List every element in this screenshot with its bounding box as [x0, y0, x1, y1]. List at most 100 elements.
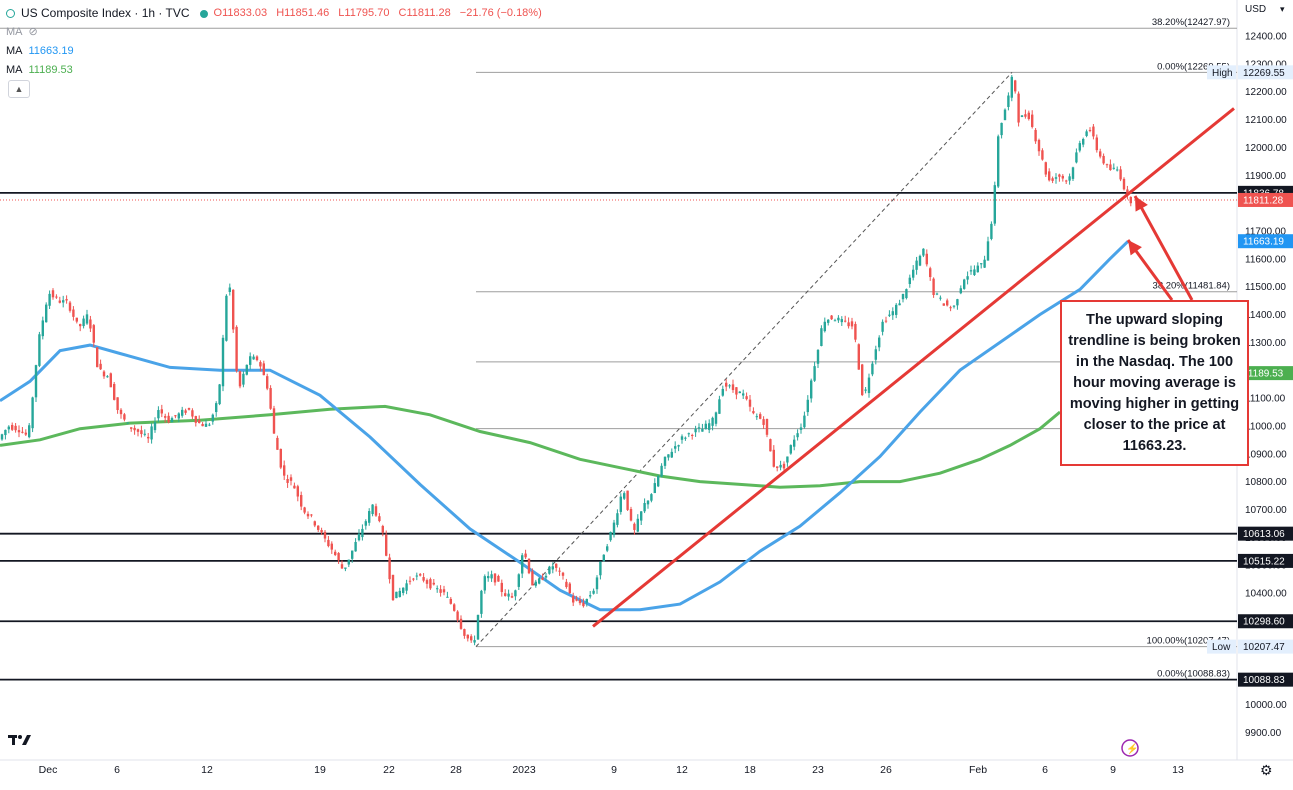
candle-body	[276, 437, 279, 450]
candle-body	[793, 439, 796, 447]
candle-body	[922, 248, 925, 256]
candle-body	[1010, 76, 1013, 98]
candle-body	[527, 558, 531, 574]
candle-body	[772, 449, 775, 467]
candle-body	[1122, 178, 1126, 190]
ma200-line[interactable]	[0, 404, 1061, 489]
candle-body	[310, 514, 313, 516]
chevron-up-icon: ▲	[14, 84, 24, 94]
candle-body	[810, 380, 813, 399]
candle-body	[575, 599, 578, 601]
y-tick-label: 10900.00	[1245, 449, 1287, 460]
candle-body	[269, 388, 272, 409]
price-axis-label[interactable]: 11811.28	[1243, 195, 1284, 206]
candle-body	[850, 321, 854, 327]
candle-body	[854, 323, 857, 340]
price-axis-label[interactable]: 11189.53	[1243, 369, 1284, 380]
settings-gear-icon[interactable]: ⚙	[1260, 762, 1273, 778]
candle-body	[935, 293, 939, 295]
candle-body	[1088, 129, 1092, 131]
candle-body	[714, 412, 718, 424]
ma100-line[interactable]	[0, 240, 1130, 612]
price-axis-label[interactable]: 10298.60	[1243, 617, 1285, 628]
x-tick-label: 26	[880, 764, 892, 776]
candle-body	[38, 334, 41, 366]
candle-body	[820, 328, 823, 347]
candle-body	[55, 296, 58, 298]
tradingview-logo-icon[interactable]	[8, 733, 32, 751]
price-axis-label[interactable]: 12269.55	[1243, 68, 1285, 79]
y-tick-label: 11100.00	[1245, 394, 1286, 405]
x-tick-label: 28	[450, 764, 462, 776]
candle-body	[1092, 126, 1095, 137]
candle-body	[34, 365, 38, 398]
arrow-to-ma100-head	[1128, 240, 1142, 256]
candle-body	[986, 241, 990, 261]
candle-body	[905, 289, 908, 299]
candle-body	[21, 431, 24, 433]
eye-off-icon[interactable]: ⊘	[29, 23, 38, 42]
candle-body	[480, 590, 483, 614]
annotation-box[interactable]: The upward sloping trendline is being br…	[1060, 300, 1249, 466]
hidden-ma-label[interactable]: MA	[6, 23, 23, 42]
ma2-label[interactable]: MA	[6, 61, 23, 80]
candle-body	[245, 364, 248, 375]
candle-body	[405, 583, 408, 591]
candle-body	[1020, 115, 1024, 117]
candle-body	[1085, 131, 1088, 136]
candle-body	[429, 579, 432, 589]
candle-body	[463, 629, 466, 636]
candle-body	[738, 391, 741, 394]
candle-body	[490, 574, 493, 579]
price-axis-label[interactable]: 10088.83	[1243, 675, 1285, 686]
fib-level-label: 0.00%(10088.83)	[1157, 669, 1230, 680]
collapse-legend-button[interactable]: ▲	[8, 80, 30, 98]
candle-body	[238, 371, 242, 387]
candle-body	[759, 414, 762, 419]
price-axis-label[interactable]: 10613.06	[1243, 529, 1285, 540]
x-tick-label: 9	[611, 764, 617, 776]
candle-body	[354, 541, 357, 552]
candle-body	[592, 590, 595, 594]
candle-body	[1003, 109, 1007, 121]
candle-body	[425, 580, 429, 584]
candle-body	[990, 223, 993, 239]
candle-body	[459, 618, 463, 629]
candle-body	[140, 430, 143, 435]
candle-body	[1095, 137, 1098, 151]
candle-body	[82, 318, 85, 327]
candle-body	[966, 276, 969, 280]
candle-body	[371, 504, 374, 515]
candle-body	[1037, 139, 1041, 152]
candle-body	[296, 486, 299, 497]
y-tick-label: 11400.00	[1245, 310, 1286, 321]
candle-body	[847, 322, 850, 327]
x-tick-label: 12	[201, 764, 213, 776]
candles-group	[0, 74, 1132, 646]
candle-body	[116, 397, 119, 411]
price-axis-label[interactable]: 10515.22	[1243, 556, 1285, 567]
y-tick-label: 10800.00	[1245, 477, 1287, 488]
candle-body	[949, 307, 952, 309]
candle-body	[643, 503, 646, 512]
candle-body	[1082, 138, 1085, 145]
candle-body	[344, 567, 347, 569]
candle-body	[483, 576, 486, 591]
candle-body	[215, 403, 218, 413]
candle-body	[762, 419, 765, 425]
symbol-title[interactable]: US Composite Index · 1h · TVC	[21, 4, 190, 23]
price-axis-label[interactable]: 11663.19	[1243, 237, 1284, 248]
candle-body	[252, 356, 255, 360]
price-axis-label[interactable]: 10207.47	[1243, 642, 1285, 653]
candle-body	[857, 344, 860, 370]
candle-body	[670, 451, 673, 458]
currency-label[interactable]: USD	[1245, 4, 1266, 15]
candle-body	[204, 423, 208, 427]
candle-body	[96, 347, 99, 368]
ma1-label[interactable]: MA	[6, 42, 23, 61]
candle-body	[976, 265, 979, 273]
candle-body	[1071, 167, 1075, 179]
candle-body	[1061, 175, 1064, 179]
candle-body	[1078, 143, 1081, 151]
chevron-down-icon[interactable]: ▾	[1280, 4, 1285, 14]
